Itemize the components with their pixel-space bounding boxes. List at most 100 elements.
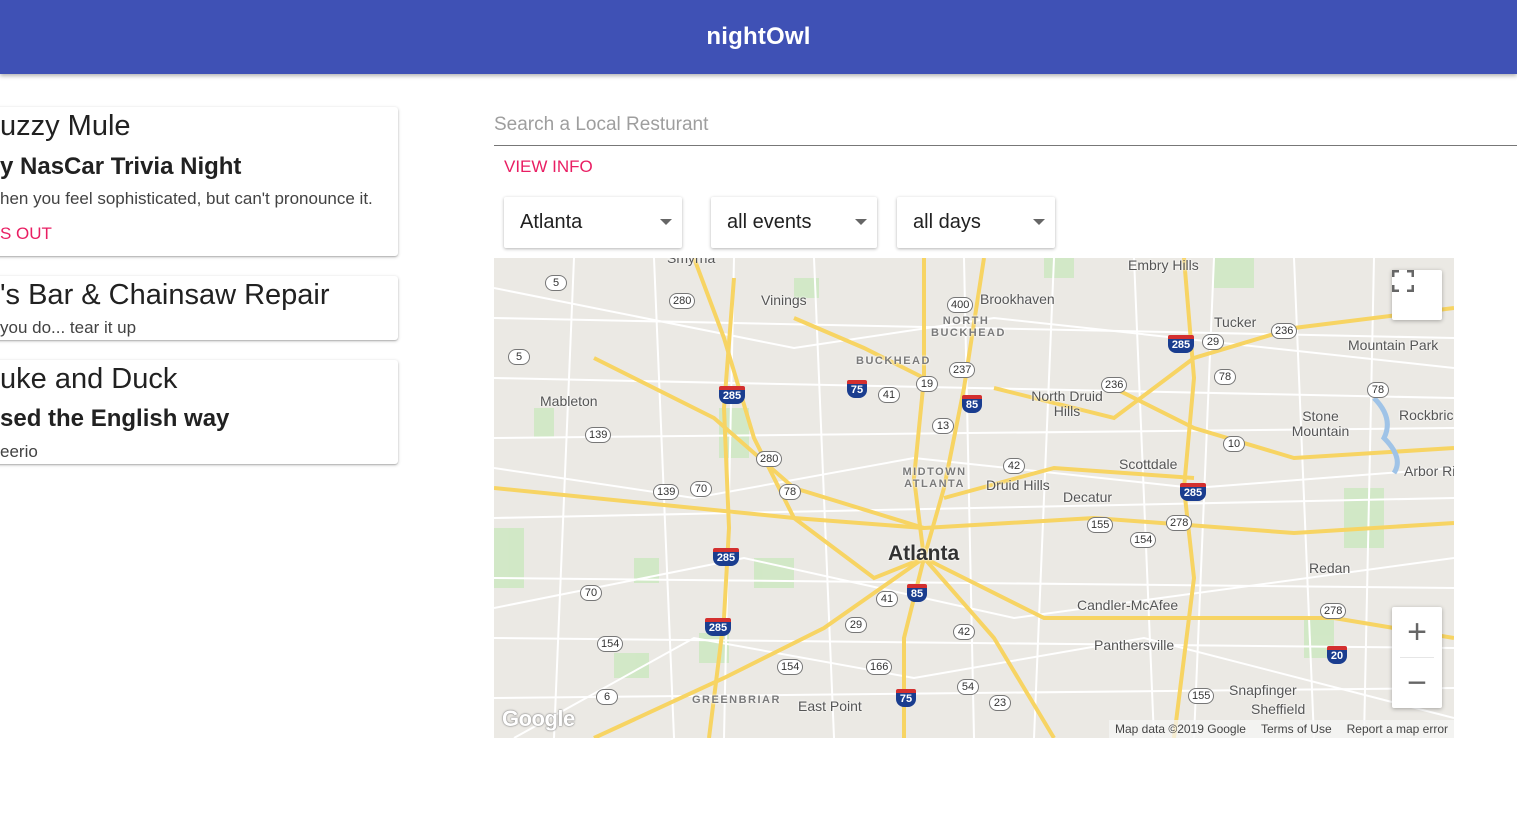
interstate-shield: 285 bbox=[1168, 335, 1194, 353]
event-card[interactable]: 's Bar & Chainsaw Repair you do... tear … bbox=[0, 276, 398, 340]
map-place-label: Embry Hills bbox=[1128, 258, 1199, 273]
route-shield: 78 bbox=[1214, 369, 1236, 385]
map-place-label: Rockbric bbox=[1399, 407, 1454, 423]
route-shield: 236 bbox=[1271, 323, 1298, 339]
card-subtitle: y NasCar Trivia Night bbox=[0, 153, 242, 180]
route-shield: 236 bbox=[1101, 377, 1128, 393]
map-district-label: GREENBRIAR bbox=[692, 694, 781, 706]
event-card[interactable]: uke and Duck sed the English way eerio bbox=[0, 360, 398, 464]
map-place-label: Redan bbox=[1309, 560, 1351, 576]
fullscreen-button[interactable] bbox=[1392, 270, 1442, 320]
map-place-label: Mableton bbox=[540, 393, 598, 409]
days-select[interactable]: all days bbox=[897, 197, 1055, 248]
route-shield: 278 bbox=[1166, 515, 1193, 531]
map-place-label: Candler-McAfee bbox=[1077, 597, 1179, 613]
interstate-shield: 75 bbox=[847, 380, 867, 398]
card-title: 's Bar & Chainsaw Repair bbox=[0, 279, 330, 311]
interstate-shield: 285 bbox=[719, 386, 745, 404]
route-shield: 78 bbox=[779, 484, 801, 500]
route-shield: 41 bbox=[876, 591, 898, 607]
app-bar: nightOwl bbox=[0, 0, 1517, 74]
event-type-select-value: all events bbox=[727, 211, 812, 233]
route-shield: 278 bbox=[1320, 603, 1347, 619]
route-shield: 155 bbox=[1188, 688, 1215, 704]
map-place-label: Smyrna bbox=[667, 258, 716, 266]
card-description: hen you feel sophisticated, but can't pr… bbox=[0, 189, 373, 208]
zoom-out-button[interactable]: − bbox=[1392, 658, 1442, 708]
route-shield: 5 bbox=[545, 275, 567, 291]
route-shield: 280 bbox=[756, 451, 783, 467]
route-shield: 13 bbox=[932, 418, 954, 434]
map-place-label: East Point bbox=[798, 698, 862, 714]
map-place-label: Stone Mountain bbox=[1291, 408, 1350, 439]
route-shield: 154 bbox=[1130, 532, 1157, 548]
map-data-credit: Map data ©2019 Google bbox=[1115, 722, 1246, 736]
card-action-button[interactable]: S OUT bbox=[0, 224, 52, 244]
route-shield: 42 bbox=[953, 624, 975, 640]
route-shield: 154 bbox=[597, 636, 624, 652]
route-shield: 29 bbox=[845, 617, 867, 633]
route-shield: 237 bbox=[949, 362, 976, 378]
map-place-label: Vinings bbox=[761, 292, 807, 308]
map-place-label: Arbor Ri bbox=[1404, 463, 1454, 479]
fullscreen-icon bbox=[1392, 270, 1414, 292]
interstate-shield: 285 bbox=[713, 548, 739, 566]
route-shield: 19 bbox=[916, 376, 938, 392]
interstate-shield: 285 bbox=[705, 618, 731, 636]
map-place-label: Sheffield bbox=[1251, 701, 1306, 717]
map-place-label: Scottdale bbox=[1119, 456, 1178, 472]
route-shield: 41 bbox=[878, 387, 900, 403]
card-subtitle: sed the English way bbox=[0, 405, 230, 432]
route-shield: 155 bbox=[1087, 517, 1114, 533]
map[interactable]: Smyrna Embry Hills Vinings Brookhaven Tu… bbox=[494, 258, 1454, 738]
map-attribution: Map data ©2019 Google Terms of Use Repor… bbox=[1109, 720, 1454, 738]
interstate-shield: 75 bbox=[896, 689, 916, 707]
event-card[interactable]: uzzy Mule y NasCar Trivia Night hen you … bbox=[0, 107, 398, 256]
route-shield: 6 bbox=[596, 689, 618, 705]
interstate-shield: 85 bbox=[907, 584, 927, 602]
app-title: nightOwl bbox=[706, 23, 811, 50]
city-select-value: Atlanta bbox=[520, 211, 583, 233]
map-place-label: Mountain Park bbox=[1348, 337, 1439, 353]
route-shield: 29 bbox=[1202, 334, 1224, 350]
map-place-label: Tucker bbox=[1214, 314, 1257, 330]
report-map-error-link[interactable]: Report a map error bbox=[1347, 722, 1448, 736]
search-field[interactable] bbox=[494, 106, 1517, 146]
dropdown-arrow-icon bbox=[1033, 219, 1045, 225]
card-description: eerio bbox=[0, 442, 38, 461]
map-place-label: Druid Hills bbox=[986, 477, 1050, 493]
route-shield: 139 bbox=[585, 427, 612, 443]
interstate-shield: 285 bbox=[1180, 483, 1206, 501]
route-shield: 400 bbox=[947, 297, 974, 313]
map-place-label: North Druid Hills bbox=[1031, 388, 1103, 419]
route-shield: 42 bbox=[1003, 458, 1025, 474]
map-place-label: Snapfinger bbox=[1229, 682, 1297, 698]
dropdown-arrow-icon bbox=[855, 219, 867, 225]
route-shield: 139 bbox=[653, 484, 680, 500]
google-logo: Google bbox=[502, 706, 575, 731]
event-type-select[interactable]: all events bbox=[711, 197, 877, 248]
map-place-label: Brookhaven bbox=[980, 291, 1055, 307]
route-shield: 23 bbox=[989, 695, 1011, 711]
zoom-controls: + − bbox=[1392, 607, 1442, 708]
route-shield: 5 bbox=[508, 349, 530, 365]
terms-of-use-link[interactable]: Terms of Use bbox=[1261, 722, 1332, 736]
map-district-label: MIDTOWN ATLANTA bbox=[902, 466, 967, 490]
view-info-button[interactable]: VIEW INFO bbox=[504, 157, 593, 177]
map-city-label: Atlanta bbox=[888, 542, 960, 565]
card-title: uzzy Mule bbox=[0, 110, 131, 142]
zoom-in-button[interactable]: + bbox=[1392, 607, 1442, 657]
route-shield: 280 bbox=[669, 293, 696, 309]
map-place-label: Decatur bbox=[1063, 489, 1113, 505]
card-title: uke and Duck bbox=[0, 363, 178, 395]
route-shield: 154 bbox=[777, 659, 804, 675]
route-shield: 54 bbox=[957, 679, 979, 695]
map-district-label: BUCKHEAD bbox=[856, 355, 931, 367]
route-shield: 70 bbox=[580, 585, 602, 601]
card-description: you do... tear it up bbox=[0, 318, 137, 337]
route-shield: 166 bbox=[866, 659, 893, 675]
search-input[interactable] bbox=[494, 106, 1517, 144]
interstate-shield: 85 bbox=[962, 395, 982, 413]
city-select[interactable]: Atlanta bbox=[504, 197, 682, 248]
interstate-shield: 20 bbox=[1327, 646, 1347, 664]
